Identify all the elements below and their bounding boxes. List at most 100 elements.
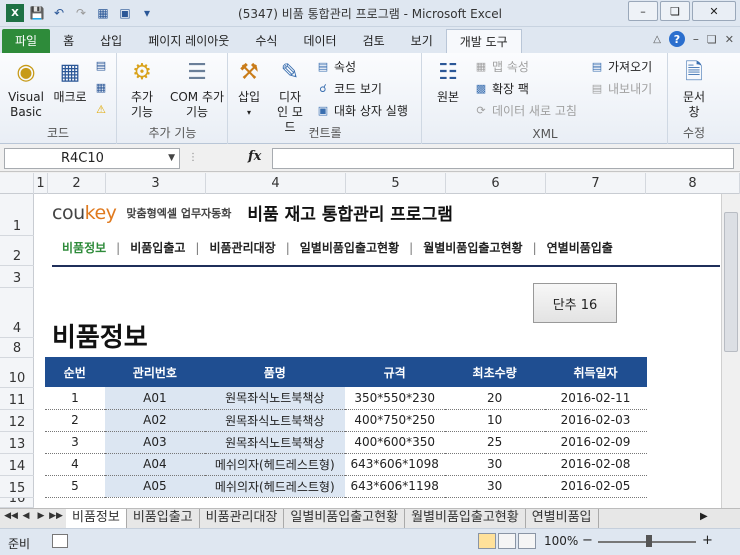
column-header[interactable]: 7: [546, 173, 646, 194]
macro-security-button[interactable]: ⚠: [93, 101, 109, 117]
nav-item-info[interactable]: 비품정보: [52, 239, 116, 256]
zoom-slider-thumb[interactable]: [646, 535, 652, 547]
sheet-tab-info[interactable]: 비품정보: [66, 509, 127, 528]
cell-name[interactable]: 메쉬의자(헤드레스트형): [204, 475, 345, 498]
tab-scroll-right-icon[interactable]: ▶: [700, 511, 708, 522]
doc-minimize-icon[interactable]: –: [693, 32, 699, 46]
column-header[interactable]: 8: [646, 173, 740, 194]
doc-close-icon[interactable]: ✕: [725, 33, 734, 46]
cell-qty[interactable]: 20: [444, 387, 545, 410]
tab-formulas[interactable]: 수식: [242, 29, 290, 53]
page-layout-view-button[interactable]: [498, 533, 516, 549]
cell-qty[interactable]: 30: [444, 475, 545, 498]
sheet-tab-ledger[interactable]: 비품관리대장: [200, 509, 285, 528]
column-header[interactable]: 4: [206, 173, 346, 194]
macro-button[interactable]: ▦ 매크로: [50, 56, 90, 105]
row-header[interactable]: 10: [0, 358, 34, 388]
first-sheet-icon[interactable]: ◀◀: [4, 511, 18, 521]
next-sheet-icon[interactable]: ▶: [34, 511, 48, 521]
row-header[interactable]: 14: [0, 454, 34, 476]
help-icon[interactable]: ?: [668, 31, 685, 47]
row-header[interactable]: 13: [0, 432, 34, 454]
formula-bar-splitter[interactable]: ⋮: [188, 152, 200, 163]
cell-name[interactable]: 원목좌식노트북책상: [204, 409, 345, 432]
cell-spec[interactable]: 350*550*230: [344, 387, 445, 410]
cell-code[interactable]: A05: [104, 475, 205, 498]
column-header[interactable]: 2: [48, 173, 106, 194]
row-header[interactable]: 2: [0, 236, 34, 266]
row-header[interactable]: 15: [0, 476, 34, 498]
cell-date[interactable]: 2016-02-08: [544, 453, 647, 476]
nav-item-daily[interactable]: 일별비품입출고현황: [290, 239, 409, 256]
name-box[interactable]: R4C10 ▼: [4, 148, 180, 169]
sheet-tab-yearly[interactable]: 연별비품입: [526, 509, 599, 528]
row-header[interactable]: 3: [0, 266, 34, 288]
vertical-scroll-thumb[interactable]: [724, 212, 738, 352]
cell-no[interactable]: 5: [45, 475, 105, 498]
header-name[interactable]: 품명: [204, 357, 346, 387]
row-header[interactable]: 1: [0, 194, 34, 236]
row-header[interactable]: 4: [0, 288, 34, 338]
cell-date[interactable]: 2016-02-03: [544, 409, 647, 432]
import-button[interactable]: ▤ 가져오기: [589, 58, 652, 75]
macro-recording-icon[interactable]: [52, 534, 68, 548]
header-qty[interactable]: 최초수량: [444, 357, 546, 387]
row-header[interactable]: 16: [0, 498, 34, 508]
cell-spec[interactable]: 643*606*1098: [344, 453, 445, 476]
relative-reference-button[interactable]: ▦: [93, 79, 109, 95]
header-date[interactable]: 취득일자: [544, 357, 647, 387]
cell-spec[interactable]: 400*600*350: [344, 431, 445, 454]
tab-home[interactable]: 홈: [50, 29, 87, 53]
close-button[interactable]: ✕: [692, 1, 736, 21]
zoom-out-button[interactable]: −: [582, 533, 593, 548]
properties-button[interactable]: ▤ 속성: [315, 58, 356, 75]
tab-view[interactable]: 보기: [398, 29, 446, 53]
cell-qty[interactable]: 10: [444, 409, 545, 432]
zoom-in-button[interactable]: +: [702, 533, 713, 548]
cell-spec[interactable]: 400*750*250: [344, 409, 445, 432]
cell-name[interactable]: 메쉬의자(헤드레스트형): [204, 453, 345, 476]
cell-code[interactable]: A01: [104, 387, 205, 410]
insert-function-icon[interactable]: fx: [248, 149, 261, 164]
row-header[interactable]: 12: [0, 410, 34, 432]
formula-input[interactable]: [272, 148, 734, 169]
page-break-view-button[interactable]: [518, 533, 536, 549]
tab-insert[interactable]: 삽입: [87, 29, 135, 53]
sheet-tab-daily[interactable]: 일별비품입출고현황: [284, 509, 406, 528]
sheet-tab-monthly[interactable]: 월별비품입출고현황: [405, 509, 526, 528]
tab-page-layout[interactable]: 페이지 레이아웃: [135, 29, 242, 53]
name-box-dropdown-icon[interactable]: ▼: [168, 149, 175, 168]
nav-item-inout[interactable]: 비품입출고: [120, 239, 195, 256]
minimize-ribbon-icon[interactable]: △: [653, 34, 661, 45]
nav-item-yearly[interactable]: 연별비품입출: [537, 239, 623, 256]
select-all-corner[interactable]: [0, 173, 34, 194]
column-header[interactable]: 3: [106, 173, 206, 194]
cell-no[interactable]: 2: [45, 409, 105, 432]
column-header[interactable]: 6: [446, 173, 546, 194]
doc-restore-icon[interactable]: ❏: [707, 33, 717, 46]
cell-date[interactable]: 2016-02-11: [544, 387, 647, 410]
cell-code[interactable]: A04: [104, 453, 205, 476]
column-header[interactable]: 1: [34, 173, 48, 194]
vertical-scrollbar[interactable]: [721, 194, 740, 508]
cell-code[interactable]: A03: [104, 431, 205, 454]
row-header[interactable]: 11: [0, 388, 34, 410]
button-16[interactable]: 단추 16: [533, 283, 617, 323]
header-no[interactable]: 순번: [45, 357, 106, 387]
com-addins-button[interactable]: ☰ COM 추가 기능: [168, 56, 226, 120]
minimize-button[interactable]: –: [628, 1, 658, 21]
addins-button[interactable]: ⚙ 추가 기능: [122, 56, 162, 120]
tab-review[interactable]: 검토: [350, 29, 398, 53]
xml-source-button[interactable]: ☷ 원본: [429, 56, 467, 105]
header-code[interactable]: 관리번호: [104, 357, 206, 387]
cell-name[interactable]: 원목좌식노트북책상: [204, 431, 345, 454]
cell-spec[interactable]: 643*606*1198: [344, 475, 445, 498]
cell-qty[interactable]: 25: [444, 431, 545, 454]
cell-name[interactable]: 원목좌식노트북책상: [204, 387, 345, 410]
expansion-packs-button[interactable]: ▩ 확장 팩: [473, 80, 529, 97]
cell-qty[interactable]: 30: [444, 453, 545, 476]
visual-basic-button[interactable]: ◉ Visual Basic: [4, 56, 48, 120]
cell-no[interactable]: 4: [45, 453, 105, 476]
prev-sheet-icon[interactable]: ◀: [19, 511, 33, 521]
cell-date[interactable]: 2016-02-05: [544, 475, 647, 498]
